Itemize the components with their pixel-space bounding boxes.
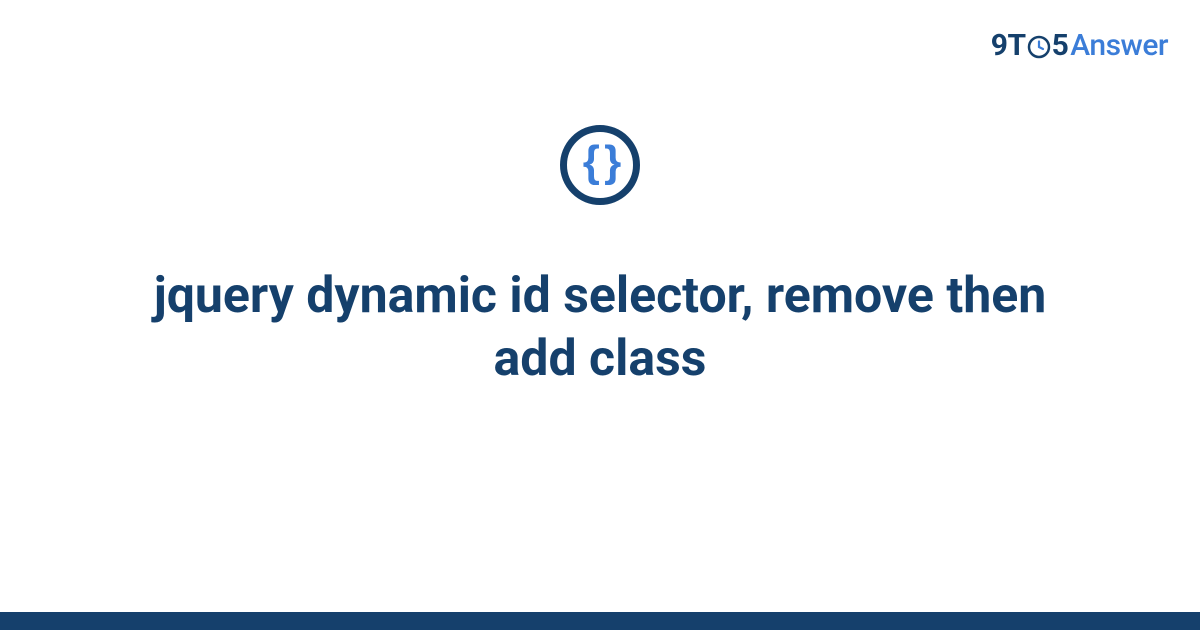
logo-text-9t: 9T (991, 28, 1026, 63)
question-title: jquery dynamic id selector, remove then … (150, 265, 1050, 390)
topic-icon-circle: { } (560, 125, 640, 205)
logo-text-5: 5 (1052, 28, 1069, 63)
clock-icon (1027, 35, 1051, 59)
main-content: { } jquery dynamic id selector, remove t… (0, 125, 1200, 390)
site-logo: 9T 5 Answer (991, 28, 1168, 63)
logo-text-answer: Answer (1070, 28, 1168, 63)
code-braces-icon: { } (583, 140, 617, 184)
footer-bar (0, 612, 1200, 630)
